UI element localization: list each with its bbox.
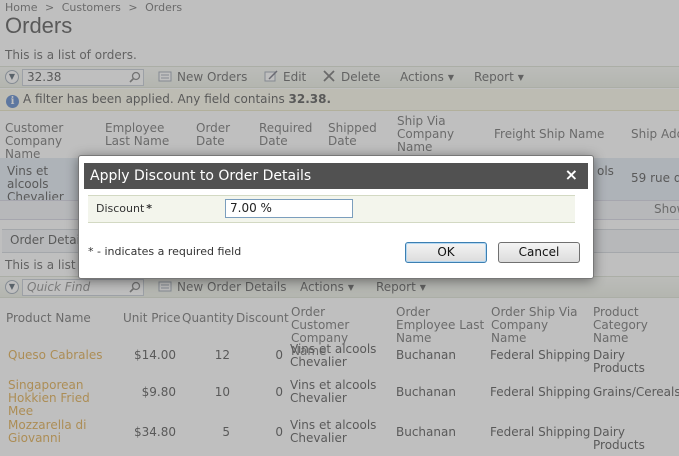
required-field-note: * - indicates a required field: [88, 245, 242, 258]
discount-label: Discount *: [96, 202, 152, 215]
discount-input[interactable]: 7.00 %: [225, 199, 353, 218]
orders-page: Home > Customers > Orders Orders This is…: [0, 0, 679, 456]
discount-label-text: Discount: [96, 202, 145, 215]
discount-field-row: Discount * 7.00 %: [88, 195, 575, 223]
cancel-button[interactable]: Cancel: [498, 242, 580, 263]
dialog-title: Apply Discount to Order Details: [90, 168, 312, 184]
required-marker: *: [146, 202, 153, 215]
ok-button[interactable]: OK: [405, 242, 487, 263]
dialog-title-bar: Apply Discount to Order Details ×: [84, 163, 588, 189]
apply-discount-dialog: Apply Discount to Order Details × Discou…: [78, 155, 594, 279]
close-icon[interactable]: ×: [565, 163, 578, 187]
